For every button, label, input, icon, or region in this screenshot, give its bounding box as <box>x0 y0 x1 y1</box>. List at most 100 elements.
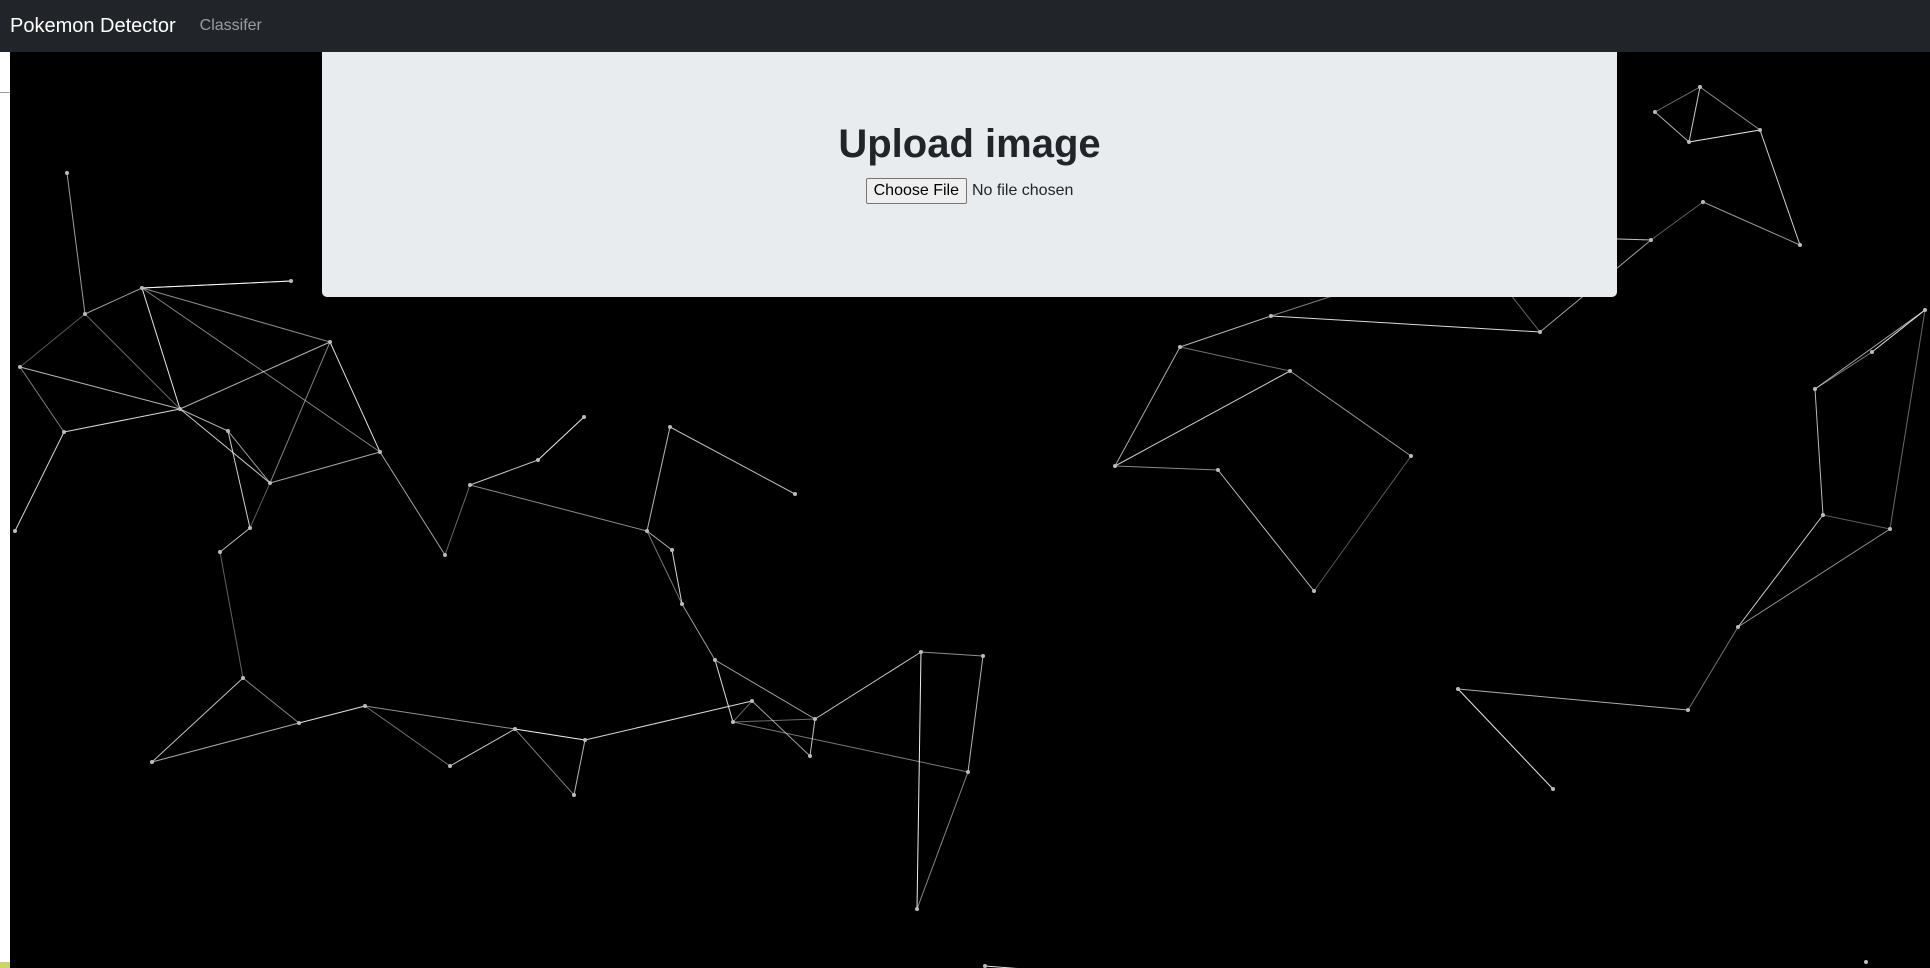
network-line <box>732 721 969 773</box>
network-node <box>13 529 17 533</box>
network-node <box>1216 468 1220 472</box>
network-line <box>1650 201 1704 241</box>
network-line <box>1687 626 1739 711</box>
upload-panel: Upload image Choose File No file chosen <box>322 52 1617 297</box>
network-node <box>1821 513 1825 517</box>
network-line <box>444 484 471 556</box>
network-line <box>514 728 586 741</box>
network-line <box>916 771 969 910</box>
network-node <box>468 483 472 487</box>
network-node <box>226 429 230 433</box>
network-line <box>141 287 331 343</box>
network-node <box>572 793 576 797</box>
network-line <box>669 426 796 495</box>
network-line <box>364 705 516 730</box>
network-line <box>1654 86 1701 113</box>
network-line <box>219 551 244 679</box>
network-line <box>66 172 86 315</box>
network-line <box>1699 86 1761 131</box>
network-line <box>179 408 271 484</box>
network-node <box>536 458 540 462</box>
network-line <box>814 651 922 720</box>
network-line <box>1179 315 1272 348</box>
network-line <box>573 739 586 796</box>
network-node <box>513 727 517 731</box>
network-node <box>582 415 586 419</box>
network-node <box>1312 589 1316 593</box>
network-node <box>713 658 717 662</box>
network-node <box>150 760 154 764</box>
network-line <box>179 408 229 432</box>
choose-file-button[interactable]: Choose File <box>865 178 967 204</box>
network-node <box>1653 110 1657 114</box>
network-line <box>1654 111 1690 143</box>
network-line <box>584 700 753 741</box>
network-node <box>731 720 735 724</box>
file-input[interactable]: Choose File No file chosen <box>865 178 1073 204</box>
network-line <box>469 459 539 486</box>
network-line <box>1179 346 1291 372</box>
network-node <box>268 481 272 485</box>
network-line <box>151 722 300 763</box>
network-node <box>1870 350 1874 354</box>
network-node <box>1888 527 1892 531</box>
network-line <box>227 430 251 529</box>
network-node <box>248 526 252 530</box>
network-line <box>916 651 922 910</box>
network-node <box>1798 243 1802 247</box>
network-node <box>1113 464 1117 468</box>
nav-link-classifier[interactable]: Classifer <box>200 17 262 35</box>
network-line <box>732 700 753 723</box>
top-navbar: Pokemon Detector Classifer <box>0 0 1930 52</box>
network-line <box>141 280 292 289</box>
network-node <box>1538 330 1542 334</box>
network-node <box>1409 454 1413 458</box>
network-node <box>1456 687 1460 691</box>
network-line <box>671 549 683 605</box>
network-line <box>681 603 716 661</box>
network-node <box>680 602 684 606</box>
network-node <box>289 279 293 283</box>
network-line <box>269 341 331 484</box>
network-line <box>141 287 381 453</box>
network-node <box>18 365 22 369</box>
network-line <box>1822 514 1891 530</box>
network-line <box>298 705 366 724</box>
network-line <box>1737 528 1891 628</box>
network-node <box>919 650 923 654</box>
network-line <box>1889 309 1926 530</box>
network-line <box>84 313 181 410</box>
upload-title: Upload image <box>838 122 1101 166</box>
network-node <box>583 738 587 742</box>
network-node <box>1269 314 1273 318</box>
network-line <box>19 313 86 368</box>
left-edge-tick <box>0 92 10 93</box>
network-node <box>62 430 66 434</box>
network-node <box>448 764 452 768</box>
network-node <box>1649 238 1653 242</box>
network-line <box>967 655 984 773</box>
network-line <box>14 431 65 532</box>
network-line <box>329 341 381 453</box>
network-line <box>1688 129 1761 143</box>
network-node <box>793 492 797 496</box>
network-node <box>981 654 985 658</box>
network-node <box>1178 345 1182 349</box>
network-node <box>297 721 301 725</box>
network-line <box>809 718 816 757</box>
network-line <box>1688 86 1701 143</box>
network-node <box>1736 625 1740 629</box>
network-line <box>1114 465 1219 471</box>
network-node <box>83 312 87 316</box>
network-line <box>1759 129 1801 246</box>
network-node <box>328 340 332 344</box>
network-line <box>364 705 451 767</box>
network-node <box>1288 369 1292 373</box>
network-line <box>1313 455 1412 592</box>
network-line <box>1457 688 1554 790</box>
network-node <box>65 171 69 175</box>
network-node <box>1698 85 1702 89</box>
network-node <box>915 907 919 911</box>
navbar-brand[interactable]: Pokemon Detector <box>10 15 176 38</box>
network-node <box>668 425 672 429</box>
